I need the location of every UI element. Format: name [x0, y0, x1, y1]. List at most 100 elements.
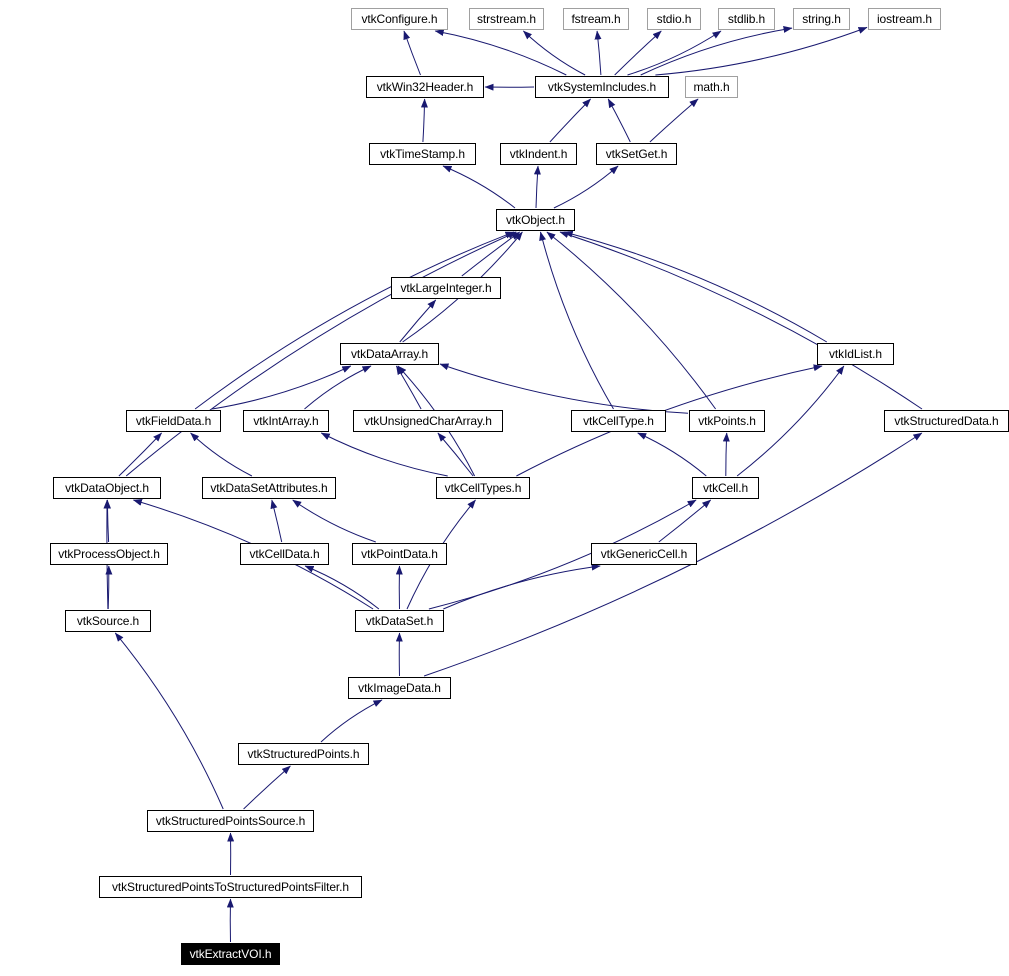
graph-edge: [637, 432, 707, 477]
graph-edge: [614, 30, 662, 76]
graph-node-label: stdio.h: [656, 12, 692, 26]
graph-node-label: vtkImageData.h: [358, 681, 441, 695]
graph-node-vtkDataArray[interactable]: vtkDataArray.h: [340, 343, 439, 365]
graph-edge: [420, 98, 428, 143]
graph-node-label: vtkCellData.h: [249, 547, 320, 561]
graph-node-label: math.h: [693, 80, 730, 94]
graph-node-vtkCellType[interactable]: vtkCellType.h: [571, 410, 666, 432]
graph-edge: [627, 30, 722, 76]
graph-edge: [722, 432, 730, 477]
graph-node-vtkDataObject[interactable]: vtkDataObject.h: [53, 477, 161, 499]
graph-node-vtkDataSetAttributes[interactable]: vtkDataSetAttributes.h: [202, 477, 336, 499]
graph-node-label: vtkIdList.h: [829, 347, 882, 361]
graph-node-vtkSource[interactable]: vtkSource.h: [65, 610, 151, 632]
graph-node-vtkStructuredData[interactable]: vtkStructuredData.h: [884, 410, 1009, 432]
graph-node-vtkImageData[interactable]: vtkImageData.h: [348, 677, 451, 699]
graph-node-label: vtkFieldData.h: [135, 414, 212, 428]
graph-node-label: vtkIntArray.h: [253, 414, 319, 428]
graph-node-vtkPointData[interactable]: vtkPointData.h: [352, 543, 447, 565]
graph-node-label: vtkCellTypes.h: [444, 481, 522, 495]
graph-node-vtkCellTypes[interactable]: vtkCellTypes.h: [436, 477, 530, 499]
graph-edge: [304, 365, 372, 410]
graph-node-vtkDataSet[interactable]: vtkDataSet.h: [355, 610, 444, 632]
graph-edge: [114, 632, 224, 810]
graph-node-vtkObject[interactable]: vtkObject.h: [496, 209, 575, 231]
graph-node-vtkLargeInteger[interactable]: vtkLargeInteger.h: [391, 277, 501, 299]
graph-edge: [194, 231, 515, 410]
graph-node-label: vtkDataArray.h: [350, 347, 429, 361]
graph-node-vtkCell[interactable]: vtkCell.h: [692, 477, 759, 499]
graph-edge: [523, 30, 586, 76]
graph-node-label: vtkObject.h: [506, 213, 565, 227]
graph-node-vtkIdList[interactable]: vtkIdList.h: [817, 343, 894, 365]
graph-edge: [125, 231, 517, 477]
graph-node-fstream[interactable]: fstream.h: [563, 8, 629, 30]
graph-node-label: vtkStructuredData.h: [894, 414, 999, 428]
graph-edge: [243, 765, 291, 810]
graph-node-label: vtkUnsignedCharArray.h: [364, 414, 492, 428]
graph-edge: [212, 365, 352, 410]
graph-node-strstream[interactable]: strstream.h: [469, 8, 544, 30]
graph-edge: [549, 98, 591, 143]
graph-edge: [563, 230, 828, 343]
graph-edge: [649, 98, 699, 143]
graph-node-vtkGenericCell[interactable]: vtkGenericCell.h: [591, 543, 697, 565]
graph-node-label: vtkDataObject.h: [65, 481, 149, 495]
graph-node-label: vtkConfigure.h: [361, 12, 438, 26]
graph-node-vtkPoints[interactable]: vtkPoints.h: [689, 410, 765, 432]
graph-node-stdlib[interactable]: stdlib.h: [718, 8, 775, 30]
graph-node-label: strstream.h: [477, 12, 536, 26]
graph-edge: [546, 231, 717, 410]
graph-edge: [292, 499, 376, 543]
graph-node-label: string.h: [802, 12, 841, 26]
graph-node-vtkIndent[interactable]: vtkIndent.h: [500, 143, 577, 165]
graph-node-vtkStructuredPoints[interactable]: vtkStructuredPoints.h: [238, 743, 369, 765]
graph-node-vtkWin32Header[interactable]: vtkWin32Header.h: [366, 76, 484, 98]
graph-edge: [442, 165, 516, 209]
graph-node-label: vtkPointData.h: [361, 547, 438, 561]
graph-node-vtkUnsignedCharArray[interactable]: vtkUnsignedCharArray.h: [353, 410, 503, 432]
graph-edge: [118, 432, 162, 477]
graph-edge: [399, 299, 437, 343]
graph-node-label: vtkIndent.h: [509, 147, 568, 161]
graph-node-label: stdlib.h: [727, 12, 766, 26]
graph-node-vtkStructuredPointsToStructuredPointsFilter[interactable]: vtkStructuredPointsToStructuredPointsFil…: [99, 876, 362, 898]
graph-node-math[interactable]: math.h: [685, 76, 738, 98]
graph-node-vtkSystemIncludes[interactable]: vtkSystemIncludes.h: [535, 76, 669, 98]
graph-node-vtkExtractVOI: vtkExtractVOI.h: [181, 943, 280, 965]
graph-node-label: vtkWin32Header.h: [376, 80, 474, 94]
graph-node-vtkConfigure[interactable]: vtkConfigure.h: [351, 8, 448, 30]
graph-node-label: vtkTimeStamp.h: [380, 147, 465, 161]
graph-edge: [190, 432, 253, 477]
graph-node-vtkFieldData[interactable]: vtkFieldData.h: [126, 410, 221, 432]
graph-edge: [439, 363, 689, 414]
graph-edge: [320, 432, 448, 477]
graph-node-string[interactable]: string.h: [793, 8, 850, 30]
graph-edge: [461, 231, 521, 277]
graph-node-label: iostream.h: [876, 12, 933, 26]
graph-node-vtkCellData[interactable]: vtkCellData.h: [240, 543, 329, 565]
graph-edge: [607, 98, 631, 143]
graph-node-label: fstream.h: [571, 12, 621, 26]
graph-node-vtkProcessObject[interactable]: vtkProcessObject.h: [50, 543, 168, 565]
graph-node-label: vtkPoints.h: [698, 414, 756, 428]
include-dependency-graph: vtkConfigure.h strstream.h fstream.h stdio.…: [0, 0, 1009, 976]
graph-node-label: vtkCell.h: [702, 481, 749, 495]
graph-node-vtkStructuredPointsSource[interactable]: vtkStructuredPointsSource.h: [147, 810, 314, 832]
graph-node-vtkTimeStamp[interactable]: vtkTimeStamp.h: [369, 143, 476, 165]
graph-node-stdio[interactable]: stdio.h: [647, 8, 701, 30]
graph-edge: [658, 499, 712, 543]
graph-edge: [395, 365, 422, 410]
graph-edge: [655, 26, 868, 76]
graph-node-vtkIntArray[interactable]: vtkIntArray.h: [243, 410, 329, 432]
graph-node-label: vtkStructuredPointsSource.h: [155, 814, 306, 828]
graph-node-vtkSetGet[interactable]: vtkSetGet.h: [596, 143, 677, 165]
graph-node-label: vtkExtractVOI.h: [189, 947, 272, 961]
graph-node-label: vtkSetGet.h: [605, 147, 668, 161]
graph-edge: [553, 165, 619, 209]
graph-node-label: vtkGenericCell.h: [600, 547, 688, 561]
graph-node-iostream[interactable]: iostream.h: [868, 8, 941, 30]
graph-node-label: vtkProcessObject.h: [58, 547, 160, 561]
graph-edge: [304, 565, 380, 610]
graph-edge: [533, 165, 541, 209]
